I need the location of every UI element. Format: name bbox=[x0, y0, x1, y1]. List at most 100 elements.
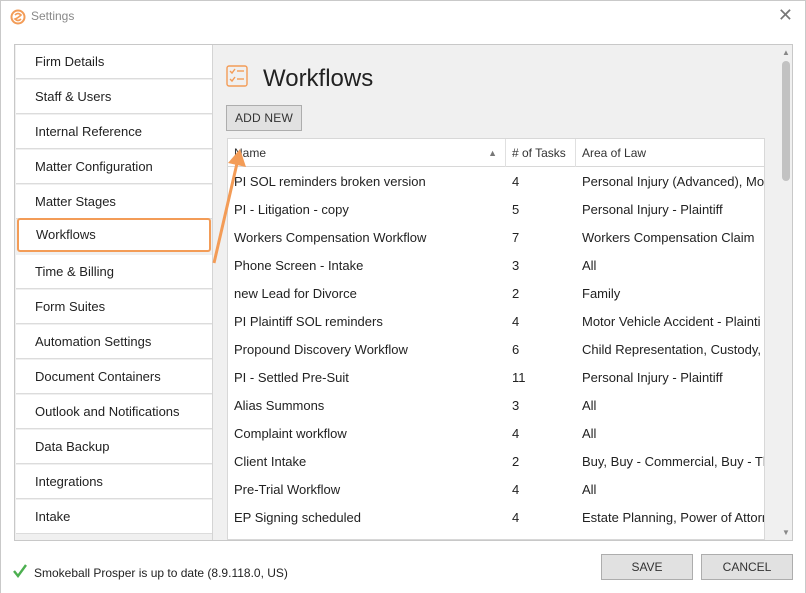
update-status-text: Smokeball Prosper is up to date (8.9.118… bbox=[34, 566, 288, 580]
cell-name: new Lead for Divorce bbox=[234, 286, 357, 301]
sidebar-item-label: Form Suites bbox=[35, 299, 106, 314]
cell-name: Complaint workflow bbox=[234, 426, 347, 441]
sidebar-item-label: Integrations bbox=[35, 474, 103, 489]
sidebar-item-label: Time & Billing bbox=[35, 264, 114, 279]
sidebar-item-outlook-notifications[interactable]: Outlook and Notifications bbox=[16, 395, 212, 429]
column-header-label: Name bbox=[234, 146, 267, 160]
cell-name: Client Intake bbox=[234, 454, 307, 469]
table-row[interactable]: Phone Screen - Intake 3 All bbox=[228, 252, 764, 280]
cell-area-of-law: Workers Compensation Claim bbox=[582, 230, 755, 245]
cancel-button[interactable]: CANCEL bbox=[701, 554, 793, 580]
cell-tasks: 4 bbox=[512, 482, 520, 497]
sidebar-item-label: Internal Reference bbox=[35, 124, 142, 139]
sidebar-item-label: Matter Configuration bbox=[35, 159, 153, 174]
column-header-label: Area of Law bbox=[582, 146, 647, 160]
sidebar-item-firm-details[interactable]: Firm Details bbox=[16, 45, 212, 79]
scroll-down-icon[interactable]: ▼ bbox=[782, 528, 790, 537]
cell-name: PI - Settled Pre-Suit bbox=[234, 370, 349, 385]
cell-area-of-law: Child Representation, Custody, bbox=[582, 342, 761, 357]
cell-area-of-law: Motor Vehicle Accident - Plainti bbox=[582, 314, 761, 329]
workflows-table: Name ▲ # of Tasks Area of Law PI SOL rem… bbox=[227, 138, 765, 540]
column-header-tasks[interactable]: # of Tasks bbox=[506, 139, 576, 167]
sidebar-item-data-backup[interactable]: Data Backup bbox=[16, 430, 212, 464]
sidebar-item-matter-configuration[interactable]: Matter Configuration bbox=[16, 150, 212, 184]
checkmark-icon bbox=[13, 564, 27, 578]
table-row[interactable]: PI - Litigation - copy 5 Personal Injury… bbox=[228, 196, 764, 224]
table-row[interactable]: Complaint workflow 4 All bbox=[228, 420, 764, 448]
cell-area-of-law: All bbox=[582, 482, 597, 497]
cell-name: PI SOL reminders broken version bbox=[234, 174, 426, 189]
table-row[interactable]: Workers Compensation Workflow 7 Workers … bbox=[228, 224, 764, 252]
window-title: Settings bbox=[31, 9, 75, 23]
table-row[interactable]: PI SOL reminders broken version 4 Person… bbox=[228, 168, 765, 196]
table-row[interactable]: PI - Settled Pre-Suit 11 Personal Injury… bbox=[228, 364, 764, 392]
sort-ascending-icon: ▲ bbox=[488, 148, 497, 158]
cell-area-of-law: Family bbox=[582, 286, 621, 301]
cell-area-of-law: Personal Injury - Plaintiff bbox=[582, 370, 723, 385]
cell-tasks: 2 bbox=[512, 454, 520, 469]
sidebar-item-label: Automation Settings bbox=[35, 334, 152, 349]
cell-name: Pre-Trial Workflow bbox=[234, 482, 341, 497]
cell-area-of-law: All bbox=[582, 258, 597, 273]
table-header: Name ▲ # of Tasks Area of Law bbox=[228, 139, 764, 167]
cell-name: Alias Summons bbox=[234, 398, 325, 413]
cell-tasks: 4 bbox=[512, 510, 520, 525]
settings-content: Firm Details Staff & Users Internal Refe… bbox=[14, 44, 793, 541]
sidebar-item-label: Firm Details bbox=[35, 54, 105, 69]
table-row[interactable]: Alias Summons 3 All bbox=[228, 392, 764, 420]
cell-tasks: 4 bbox=[512, 174, 520, 189]
sidebar-item-intake[interactable]: Intake bbox=[16, 500, 212, 534]
save-button[interactable]: SAVE bbox=[601, 554, 693, 580]
sidebar-item-matter-stages[interactable]: Matter Stages bbox=[16, 185, 212, 219]
sidebar-item-label: Workflows bbox=[36, 227, 96, 242]
sidebar-item-form-suites[interactable]: Form Suites bbox=[16, 290, 212, 324]
cell-name: Workers Compensation Workflow bbox=[234, 230, 427, 245]
sidebar-item-staff-users[interactable]: Staff & Users bbox=[16, 80, 212, 114]
cell-area-of-law: Estate Planning, Power of Attorn bbox=[582, 510, 765, 525]
cell-name: Propound Discovery Workflow bbox=[234, 342, 408, 357]
sidebar-item-document-containers[interactable]: Document Containers bbox=[16, 360, 212, 394]
column-header-name[interactable]: Name ▲ bbox=[228, 139, 506, 167]
cell-name: PI - Litigation - copy bbox=[234, 202, 349, 217]
sidebar-item-label: Staff & Users bbox=[35, 89, 112, 104]
sidebar-item-integrations[interactable]: Integrations bbox=[16, 465, 212, 499]
cell-tasks: 3 bbox=[512, 258, 520, 273]
sidebar-item-workflows[interactable]: Workflows bbox=[17, 218, 211, 252]
cell-area-of-law: Personal Injury (Advanced), Mot bbox=[582, 174, 765, 189]
cell-tasks: 11 bbox=[512, 370, 526, 385]
checklist-icon bbox=[226, 65, 248, 87]
cell-area-of-law: Buy, Buy - Commercial, Buy - Th bbox=[582, 454, 765, 469]
cell-area-of-law: All bbox=[582, 426, 597, 441]
sidebar-item-time-billing[interactable]: Time & Billing bbox=[16, 255, 212, 289]
cell-tasks: 4 bbox=[512, 426, 520, 441]
table-row[interactable]: Pre-Trial Workflow 4 All bbox=[228, 476, 764, 504]
scrollbar-thumb[interactable] bbox=[782, 61, 790, 181]
table-row[interactable]: new Lead for Divorce 2 Family bbox=[228, 280, 764, 308]
table-row[interactable]: PI Plaintiff SOL reminders 4 Motor Vehic… bbox=[228, 308, 764, 336]
scroll-up-icon[interactable]: ▲ bbox=[782, 48, 790, 57]
cell-name: PI Plaintiff SOL reminders bbox=[234, 314, 383, 329]
cell-area-of-law: Personal Injury - Plaintiff bbox=[582, 202, 723, 217]
smokeball-logo-icon bbox=[10, 9, 26, 25]
page-title: Workflows bbox=[263, 65, 374, 92]
table-row[interactable]: Client Intake 2 Buy, Buy - Commercial, B… bbox=[228, 448, 765, 476]
table-row[interactable]: EP Signing scheduled 4 Estate Planning, … bbox=[228, 504, 765, 532]
status-bar: Smokeball Prosper is up to date (8.9.118… bbox=[1, 542, 805, 593]
cell-tasks: 7 bbox=[512, 230, 520, 245]
sidebar-item-label: Outlook and Notifications bbox=[35, 404, 180, 419]
add-new-button[interactable]: ADD NEW bbox=[226, 105, 302, 131]
sidebar-item-label: Document Containers bbox=[35, 369, 161, 384]
cell-tasks: 2 bbox=[512, 286, 520, 301]
cell-tasks: 6 bbox=[512, 342, 520, 357]
column-header-area-of-law[interactable]: Area of Law bbox=[576, 139, 764, 167]
sidebar-item-internal-reference[interactable]: Internal Reference bbox=[16, 115, 212, 149]
vertical-scrollbar[interactable]: ▲ ▼ bbox=[780, 45, 792, 540]
close-icon[interactable]: ✕ bbox=[778, 6, 793, 24]
cell-area-of-law: All bbox=[582, 398, 597, 413]
cell-name: EP Signing scheduled bbox=[234, 510, 361, 525]
cell-tasks: 3 bbox=[512, 398, 520, 413]
cell-name: Phone Screen - Intake bbox=[234, 258, 364, 273]
workflows-panel: Workflows ADD NEW Name ▲ # of Tasks Area… bbox=[214, 45, 780, 540]
table-row[interactable]: Propound Discovery Workflow 6 Child Repr… bbox=[228, 336, 764, 364]
sidebar-item-automation-settings[interactable]: Automation Settings bbox=[16, 325, 212, 359]
